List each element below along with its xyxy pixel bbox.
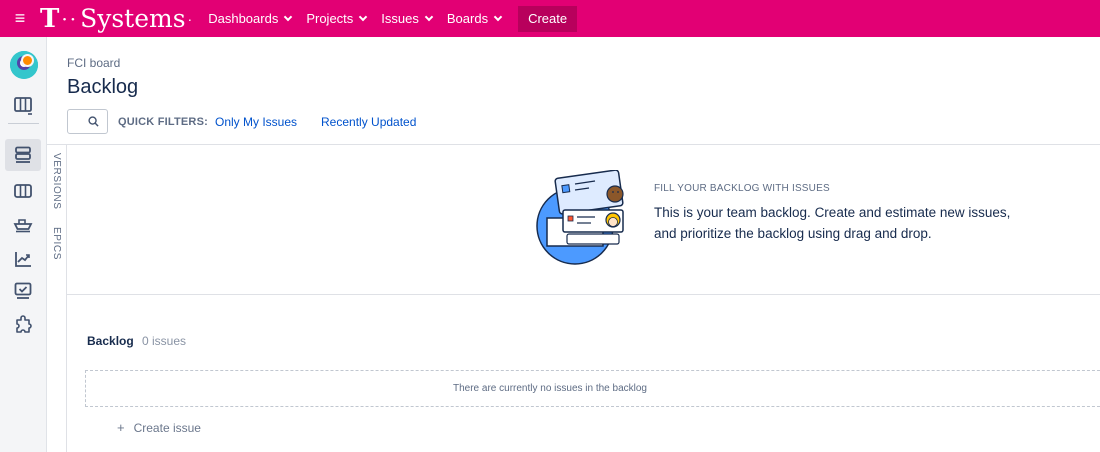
empty-backlog-illustration bbox=[536, 170, 624, 265]
sidebar-item-add-ons[interactable] bbox=[11, 313, 35, 337]
active-sprints-icon bbox=[14, 184, 32, 198]
nav-projects-label: Projects bbox=[306, 11, 354, 26]
create-issue-label: Create issue bbox=[133, 420, 201, 435]
empty-state-line-2: and prioritize the backlog using drag an… bbox=[654, 226, 932, 241]
sidebar-item-backlog[interactable] bbox=[5, 139, 41, 171]
tab-versions[interactable]: VERSIONS bbox=[51, 153, 62, 209]
section-divider bbox=[67, 294, 1100, 295]
brand-logo-dots: ·· bbox=[61, 6, 79, 31]
create-button[interactable]: Create bbox=[518, 5, 578, 32]
backlog-issue-count: 0 issues bbox=[142, 334, 187, 348]
sidebar-item-reports[interactable] bbox=[11, 247, 35, 271]
nav-issues[interactable]: Issues bbox=[381, 11, 434, 26]
chevron-down-icon bbox=[284, 12, 293, 22]
project-sidebar bbox=[0, 37, 47, 452]
brand-logo-end: · bbox=[187, 10, 193, 27]
filter-only-my-issues[interactable]: Only My Issues bbox=[215, 115, 297, 129]
nav-projects[interactable]: Projects bbox=[306, 11, 368, 26]
filter-recently-updated[interactable]: Recently Updated bbox=[321, 115, 416, 129]
releases-icon bbox=[13, 219, 33, 233]
backlog-section-title: Backlog bbox=[87, 334, 134, 348]
sidebar-item-active-sprints[interactable] bbox=[11, 179, 35, 203]
chevron-down-icon bbox=[424, 12, 434, 22]
board-icon bbox=[14, 97, 32, 115]
sidebar-divider bbox=[8, 123, 39, 124]
chevron-down-icon bbox=[493, 12, 503, 22]
chevron-down-icon bbox=[359, 12, 368, 22]
search-icon bbox=[88, 116, 99, 127]
backlog-icon bbox=[15, 146, 31, 163]
project-avatar-badge bbox=[21, 54, 34, 67]
plus-icon: + bbox=[117, 420, 125, 435]
empty-state-heading: FILL YOUR BACKLOG WITH ISSUES bbox=[654, 183, 830, 194]
top-navigation-bar: ≡ T ·· Systems · Dashboards Projects Iss… bbox=[0, 0, 1100, 37]
menu-icon[interactable]: ≡ bbox=[0, 0, 40, 37]
quick-filters-label: QUICK FILTERS: bbox=[118, 116, 208, 128]
nav-dashboards-label: Dashboards bbox=[208, 11, 279, 26]
nav-issues-label: Issues bbox=[381, 11, 419, 26]
reports-icon bbox=[15, 252, 31, 267]
backlog-drop-zone[interactable]: There are currently no issues in the bac… bbox=[85, 370, 1100, 407]
add-ons-icon bbox=[16, 315, 32, 333]
create-issue-button[interactable]: + Create issue bbox=[117, 420, 201, 435]
search-input[interactable] bbox=[67, 109, 108, 134]
versions-epics-panel: VERSIONS EPICS bbox=[47, 145, 67, 452]
brand-logo[interactable]: T ·· Systems · bbox=[40, 0, 192, 37]
sidebar-item-issues[interactable] bbox=[11, 279, 35, 303]
header-divider bbox=[47, 144, 1100, 145]
brand-logo-name: Systems bbox=[80, 4, 186, 33]
page-title: Backlog bbox=[67, 76, 139, 98]
nav-boards[interactable]: Boards bbox=[446, 11, 503, 26]
nav-boards-label: Boards bbox=[446, 11, 489, 26]
tab-epics[interactable]: EPICS bbox=[51, 227, 62, 260]
nav-dashboards[interactable]: Dashboards bbox=[208, 11, 293, 26]
empty-state-description: This is your team backlog. Create and es… bbox=[654, 202, 1054, 244]
breadcrumb[interactable]: FCI board bbox=[67, 56, 120, 70]
issues-icon bbox=[14, 282, 32, 299]
sidebar-item-board[interactable] bbox=[11, 93, 35, 117]
sidebar-item-releases[interactable] bbox=[11, 213, 35, 237]
backlog-empty-message: There are currently no issues in the bac… bbox=[453, 383, 647, 394]
brand-logo-t: T bbox=[40, 3, 60, 34]
empty-state-line-1: This is your team backlog. Create and es… bbox=[654, 205, 1011, 220]
